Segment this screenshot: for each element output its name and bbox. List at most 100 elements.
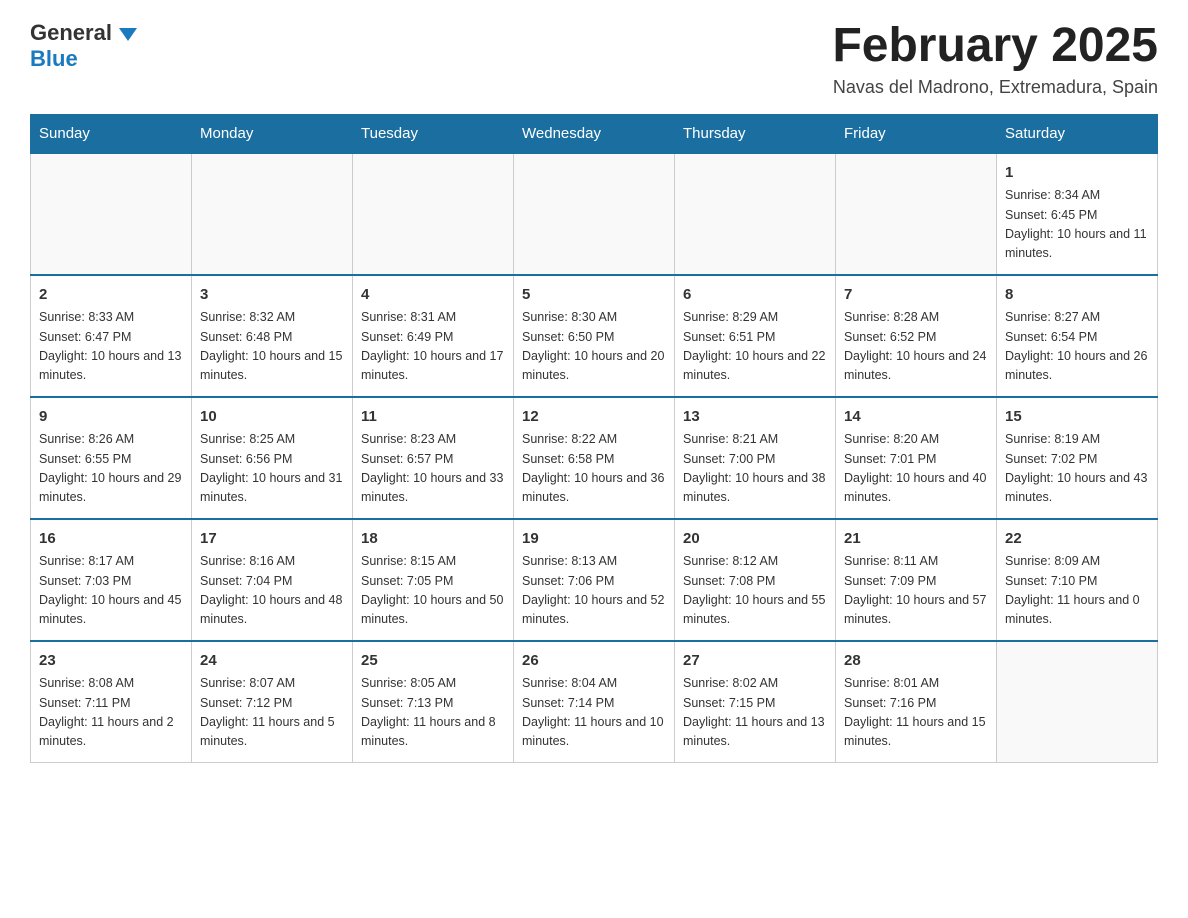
day-number: 28 bbox=[844, 650, 988, 673]
day-info: Sunrise: 8:23 AMSunset: 6:57 PMDaylight:… bbox=[361, 430, 505, 508]
day-number: 9 bbox=[39, 406, 183, 429]
calendar-week-row: 23Sunrise: 8:08 AMSunset: 7:11 PMDayligh… bbox=[31, 641, 1158, 763]
col-friday: Friday bbox=[836, 114, 997, 153]
day-number: 19 bbox=[522, 528, 666, 551]
day-info: Sunrise: 8:09 AMSunset: 7:10 PMDaylight:… bbox=[1005, 552, 1149, 630]
calendar-cell bbox=[353, 153, 514, 275]
logo: General Blue bbox=[30, 20, 137, 72]
calendar-cell bbox=[675, 153, 836, 275]
calendar-cell: 14Sunrise: 8:20 AMSunset: 7:01 PMDayligh… bbox=[836, 397, 997, 519]
calendar-cell bbox=[997, 641, 1158, 763]
day-number: 25 bbox=[361, 650, 505, 673]
day-number: 21 bbox=[844, 528, 988, 551]
calendar-header-row: Sunday Monday Tuesday Wednesday Thursday… bbox=[31, 114, 1158, 153]
col-monday: Monday bbox=[192, 114, 353, 153]
day-info: Sunrise: 8:05 AMSunset: 7:13 PMDaylight:… bbox=[361, 674, 505, 752]
logo-text-main: General bbox=[30, 20, 137, 46]
day-info: Sunrise: 8:08 AMSunset: 7:11 PMDaylight:… bbox=[39, 674, 183, 752]
calendar-cell: 7Sunrise: 8:28 AMSunset: 6:52 PMDaylight… bbox=[836, 275, 997, 397]
day-number: 23 bbox=[39, 650, 183, 673]
day-number: 14 bbox=[844, 406, 988, 429]
calendar-cell: 25Sunrise: 8:05 AMSunset: 7:13 PMDayligh… bbox=[353, 641, 514, 763]
day-info: Sunrise: 8:07 AMSunset: 7:12 PMDaylight:… bbox=[200, 674, 344, 752]
day-info: Sunrise: 8:32 AMSunset: 6:48 PMDaylight:… bbox=[200, 308, 344, 386]
day-info: Sunrise: 8:29 AMSunset: 6:51 PMDaylight:… bbox=[683, 308, 827, 386]
calendar-cell: 24Sunrise: 8:07 AMSunset: 7:12 PMDayligh… bbox=[192, 641, 353, 763]
day-number: 10 bbox=[200, 406, 344, 429]
calendar-cell bbox=[514, 153, 675, 275]
day-number: 16 bbox=[39, 528, 183, 551]
day-number: 2 bbox=[39, 284, 183, 307]
calendar-cell: 1Sunrise: 8:34 AMSunset: 6:45 PMDaylight… bbox=[997, 153, 1158, 275]
logo-text-sub: Blue bbox=[30, 46, 78, 71]
day-info: Sunrise: 8:30 AMSunset: 6:50 PMDaylight:… bbox=[522, 308, 666, 386]
calendar-cell: 13Sunrise: 8:21 AMSunset: 7:00 PMDayligh… bbox=[675, 397, 836, 519]
day-number: 7 bbox=[844, 284, 988, 307]
calendar-cell: 5Sunrise: 8:30 AMSunset: 6:50 PMDaylight… bbox=[514, 275, 675, 397]
calendar-table: Sunday Monday Tuesday Wednesday Thursday… bbox=[30, 114, 1158, 763]
calendar-cell: 27Sunrise: 8:02 AMSunset: 7:15 PMDayligh… bbox=[675, 641, 836, 763]
location: Navas del Madrono, Extremadura, Spain bbox=[832, 77, 1158, 98]
day-number: 18 bbox=[361, 528, 505, 551]
day-info: Sunrise: 8:13 AMSunset: 7:06 PMDaylight:… bbox=[522, 552, 666, 630]
calendar-cell bbox=[31, 153, 192, 275]
day-number: 5 bbox=[522, 284, 666, 307]
day-number: 27 bbox=[683, 650, 827, 673]
calendar-cell: 15Sunrise: 8:19 AMSunset: 7:02 PMDayligh… bbox=[997, 397, 1158, 519]
day-number: 3 bbox=[200, 284, 344, 307]
calendar-week-row: 16Sunrise: 8:17 AMSunset: 7:03 PMDayligh… bbox=[31, 519, 1158, 641]
day-number: 12 bbox=[522, 406, 666, 429]
calendar-cell: 19Sunrise: 8:13 AMSunset: 7:06 PMDayligh… bbox=[514, 519, 675, 641]
calendar-cell: 4Sunrise: 8:31 AMSunset: 6:49 PMDaylight… bbox=[353, 275, 514, 397]
calendar-cell: 18Sunrise: 8:15 AMSunset: 7:05 PMDayligh… bbox=[353, 519, 514, 641]
day-number: 17 bbox=[200, 528, 344, 551]
day-number: 6 bbox=[683, 284, 827, 307]
day-number: 24 bbox=[200, 650, 344, 673]
day-number: 22 bbox=[1005, 528, 1149, 551]
calendar-cell: 11Sunrise: 8:23 AMSunset: 6:57 PMDayligh… bbox=[353, 397, 514, 519]
calendar-cell: 8Sunrise: 8:27 AMSunset: 6:54 PMDaylight… bbox=[997, 275, 1158, 397]
col-tuesday: Tuesday bbox=[353, 114, 514, 153]
day-number: 1 bbox=[1005, 162, 1149, 185]
calendar-cell bbox=[836, 153, 997, 275]
col-thursday: Thursday bbox=[675, 114, 836, 153]
day-number: 15 bbox=[1005, 406, 1149, 429]
day-info: Sunrise: 8:25 AMSunset: 6:56 PMDaylight:… bbox=[200, 430, 344, 508]
day-number: 26 bbox=[522, 650, 666, 673]
calendar-cell: 22Sunrise: 8:09 AMSunset: 7:10 PMDayligh… bbox=[997, 519, 1158, 641]
calendar-cell: 6Sunrise: 8:29 AMSunset: 6:51 PMDaylight… bbox=[675, 275, 836, 397]
day-info: Sunrise: 8:16 AMSunset: 7:04 PMDaylight:… bbox=[200, 552, 344, 630]
month-title: February 2025 bbox=[832, 20, 1158, 73]
day-info: Sunrise: 8:34 AMSunset: 6:45 PMDaylight:… bbox=[1005, 186, 1149, 264]
calendar-cell: 26Sunrise: 8:04 AMSunset: 7:14 PMDayligh… bbox=[514, 641, 675, 763]
col-sunday: Sunday bbox=[31, 114, 192, 153]
day-info: Sunrise: 8:27 AMSunset: 6:54 PMDaylight:… bbox=[1005, 308, 1149, 386]
day-info: Sunrise: 8:15 AMSunset: 7:05 PMDaylight:… bbox=[361, 552, 505, 630]
calendar-cell: 9Sunrise: 8:26 AMSunset: 6:55 PMDaylight… bbox=[31, 397, 192, 519]
calendar-week-row: 1Sunrise: 8:34 AMSunset: 6:45 PMDaylight… bbox=[31, 153, 1158, 275]
calendar-week-row: 2Sunrise: 8:33 AMSunset: 6:47 PMDaylight… bbox=[31, 275, 1158, 397]
calendar-cell: 2Sunrise: 8:33 AMSunset: 6:47 PMDaylight… bbox=[31, 275, 192, 397]
calendar-cell: 17Sunrise: 8:16 AMSunset: 7:04 PMDayligh… bbox=[192, 519, 353, 641]
day-info: Sunrise: 8:22 AMSunset: 6:58 PMDaylight:… bbox=[522, 430, 666, 508]
day-info: Sunrise: 8:21 AMSunset: 7:00 PMDaylight:… bbox=[683, 430, 827, 508]
calendar-cell: 10Sunrise: 8:25 AMSunset: 6:56 PMDayligh… bbox=[192, 397, 353, 519]
calendar-cell bbox=[192, 153, 353, 275]
day-info: Sunrise: 8:26 AMSunset: 6:55 PMDaylight:… bbox=[39, 430, 183, 508]
calendar-cell: 20Sunrise: 8:12 AMSunset: 7:08 PMDayligh… bbox=[675, 519, 836, 641]
calendar-cell: 23Sunrise: 8:08 AMSunset: 7:11 PMDayligh… bbox=[31, 641, 192, 763]
col-saturday: Saturday bbox=[997, 114, 1158, 153]
day-info: Sunrise: 8:04 AMSunset: 7:14 PMDaylight:… bbox=[522, 674, 666, 752]
title-block: February 2025 Navas del Madrono, Extrema… bbox=[832, 20, 1158, 98]
day-info: Sunrise: 8:11 AMSunset: 7:09 PMDaylight:… bbox=[844, 552, 988, 630]
day-info: Sunrise: 8:19 AMSunset: 7:02 PMDaylight:… bbox=[1005, 430, 1149, 508]
day-info: Sunrise: 8:17 AMSunset: 7:03 PMDaylight:… bbox=[39, 552, 183, 630]
day-number: 4 bbox=[361, 284, 505, 307]
day-info: Sunrise: 8:02 AMSunset: 7:15 PMDaylight:… bbox=[683, 674, 827, 752]
calendar-cell: 3Sunrise: 8:32 AMSunset: 6:48 PMDaylight… bbox=[192, 275, 353, 397]
day-info: Sunrise: 8:31 AMSunset: 6:49 PMDaylight:… bbox=[361, 308, 505, 386]
calendar-cell: 16Sunrise: 8:17 AMSunset: 7:03 PMDayligh… bbox=[31, 519, 192, 641]
day-info: Sunrise: 8:28 AMSunset: 6:52 PMDaylight:… bbox=[844, 308, 988, 386]
day-number: 8 bbox=[1005, 284, 1149, 307]
day-number: 13 bbox=[683, 406, 827, 429]
